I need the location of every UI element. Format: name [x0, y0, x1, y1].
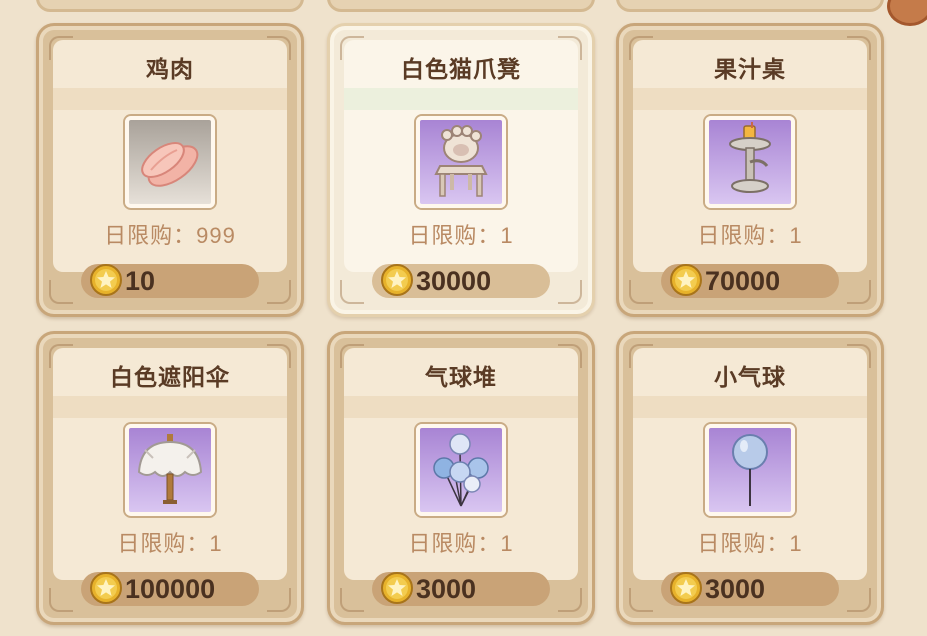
- price-tag[interactable]: 3000: [661, 572, 839, 606]
- daily-limit: 日限购：1: [117, 531, 223, 556]
- item-price: 30000: [416, 266, 492, 296]
- gold-star-coin-icon: [90, 264, 122, 296]
- daily-limit: 日限购：1: [408, 223, 514, 248]
- item-name: 果汁桌: [714, 56, 786, 82]
- card-inner: 小气球 日限购：1: [633, 348, 867, 580]
- daily-limit: 日限购：999: [104, 223, 236, 248]
- item-image: [705, 116, 795, 208]
- item-image: [705, 424, 795, 516]
- price-tag[interactable]: 3000: [372, 572, 550, 606]
- card-inner: 气球堆 日限购：1: [344, 348, 578, 580]
- item-price: 10: [125, 266, 156, 296]
- item-image: [416, 116, 506, 208]
- item-name: 白色遮阳伞: [110, 364, 230, 390]
- chicken-meat-icon: [141, 142, 199, 187]
- item-name: 白色猫爪凳: [401, 56, 521, 82]
- balloon-pile-icon: [433, 433, 489, 507]
- previous-row-card[interactable]: [36, 0, 304, 12]
- item-image: [416, 424, 506, 516]
- price-tag[interactable]: 30000: [372, 264, 550, 298]
- shop-item-card[interactable]: 气球堆 日限购：1 3000: [327, 331, 595, 625]
- gold-star-coin-icon: [90, 572, 122, 604]
- daily-limit: 日限购：1: [697, 223, 803, 248]
- card-inner: 鸡肉 日限购：999: [53, 40, 287, 272]
- item-price: 3000: [416, 574, 477, 604]
- previous-row-card[interactable]: [616, 0, 884, 12]
- white-parasol-icon: [137, 434, 203, 504]
- price-tag[interactable]: 70000: [661, 264, 839, 298]
- item-image: [125, 424, 215, 516]
- card-inner: 白色猫爪凳 日限购：1: [344, 40, 578, 272]
- cat-paw-stool-icon: [434, 125, 488, 197]
- previous-row-card[interactable]: [327, 0, 595, 12]
- gold-star-coin-icon: [670, 264, 702, 296]
- shop-item-card-selected[interactable]: 白色猫爪凳 日限购：1 30000: [327, 23, 595, 317]
- shop-item-card[interactable]: 鸡肉 日限购：999 10: [36, 23, 304, 317]
- corner-ornament: [887, 0, 927, 26]
- item-image: [125, 116, 215, 208]
- price-tag[interactable]: 10: [81, 264, 259, 298]
- shop-item-card[interactable]: 果汁桌 日限购：1 70000: [616, 23, 884, 317]
- shop-item-card[interactable]: 白色遮阳伞 日限购：1 100000: [36, 331, 304, 625]
- shop-item-card[interactable]: 小气球 日限购：1 3000: [616, 331, 884, 625]
- price-tag[interactable]: 100000: [81, 572, 259, 606]
- item-name: 小气球: [714, 364, 786, 390]
- daily-limit: 日限购：1: [408, 531, 514, 556]
- item-name: 鸡肉: [146, 56, 194, 82]
- item-price: 3000: [705, 574, 766, 604]
- small-balloon-icon: [732, 434, 768, 506]
- item-name: 气球堆: [425, 364, 497, 390]
- card-inner: 果汁桌 日限购：1: [633, 40, 867, 272]
- card-inner: 白色遮阳伞 日限购：1: [53, 348, 287, 580]
- gold-star-coin-icon: [381, 572, 413, 604]
- item-price: 100000: [125, 574, 216, 604]
- juice-table-icon: [729, 122, 771, 193]
- gold-star-coin-icon: [670, 572, 702, 604]
- item-price: 70000: [705, 266, 781, 296]
- gold-star-coin-icon: [381, 264, 413, 296]
- daily-limit: 日限购：1: [697, 531, 803, 556]
